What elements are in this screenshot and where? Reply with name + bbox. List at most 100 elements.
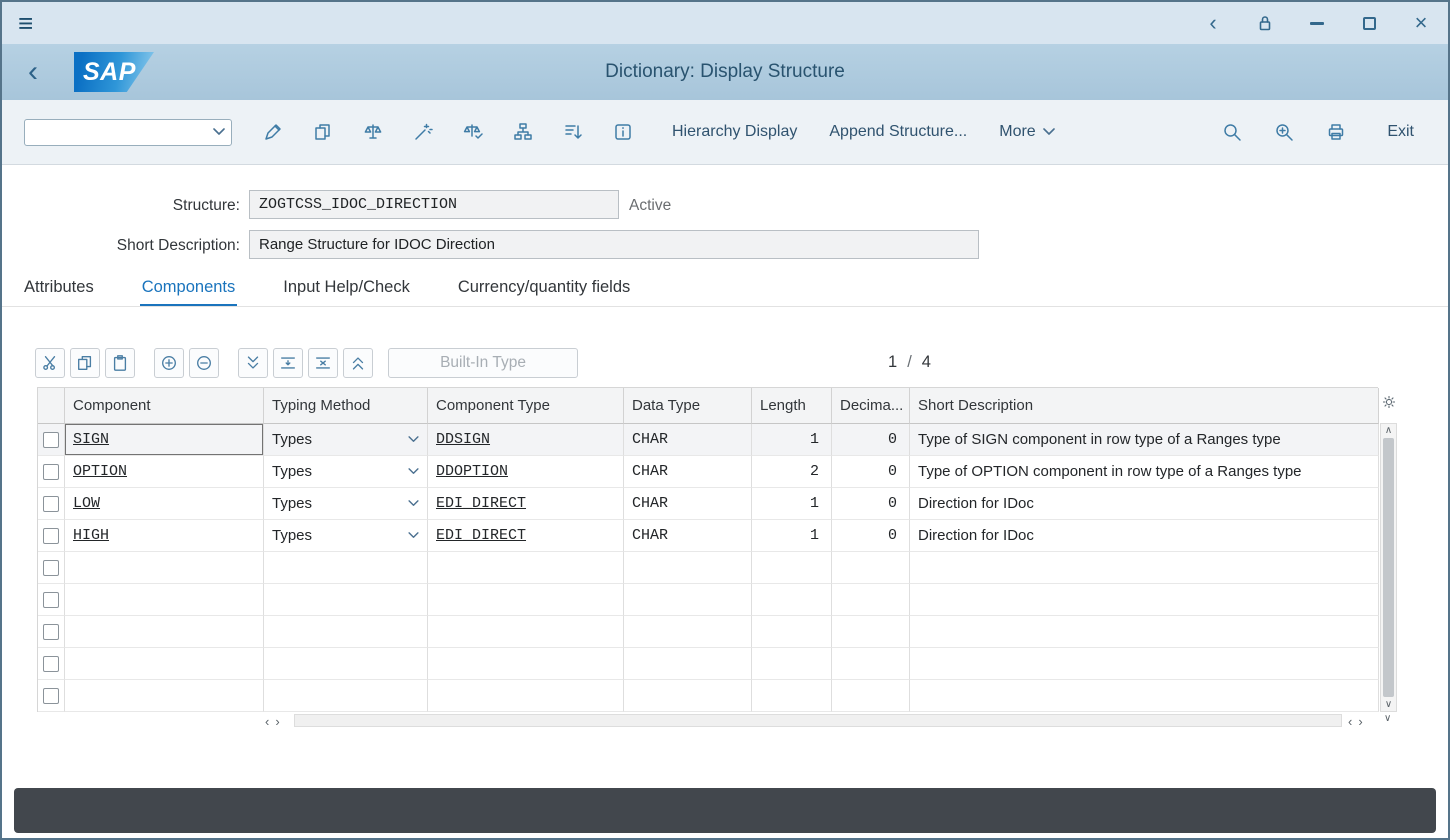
short-description-cell: [910, 648, 1379, 680]
lock-icon[interactable]: [1254, 12, 1276, 34]
row-checkbox[interactable]: [43, 560, 59, 576]
row-checkbox[interactable]: [43, 656, 59, 672]
back-button[interactable]: ‹: [28, 57, 38, 87]
scroll-down-icon[interactable]: ∨: [1385, 698, 1392, 711]
component-link[interactable]: OPTION: [73, 463, 127, 480]
tab-attributes[interactable]: Attributes: [22, 270, 96, 307]
typing-method-cell: [264, 648, 428, 680]
structure-field[interactable]: ZOGTCSS_IDOC_DIRECTION: [249, 190, 619, 219]
component-type-link[interactable]: EDI_DIRECT: [436, 527, 526, 544]
minimize-icon[interactable]: [1306, 12, 1328, 34]
page-down-icon[interactable]: [238, 348, 268, 378]
print-icon[interactable]: [1323, 119, 1349, 145]
column-header-component-type[interactable]: Component Type: [428, 388, 624, 424]
insert-row-icon[interactable]: [154, 348, 184, 378]
page-up-icon[interactable]: [343, 348, 373, 378]
exit-button[interactable]: Exit: [1375, 116, 1426, 148]
close-icon[interactable]: ×: [1410, 12, 1432, 34]
command-input[interactable]: [25, 120, 207, 145]
compare-icon[interactable]: [360, 119, 386, 145]
search-next-icon[interactable]: [1271, 119, 1297, 145]
component-link[interactable]: HIGH: [73, 527, 109, 544]
component-type-cell: [428, 552, 624, 584]
component-cell: [65, 680, 264, 712]
menu-hamburger-icon[interactable]: ≡: [18, 10, 33, 36]
decimals-cell: [832, 552, 910, 584]
chevron-down-icon[interactable]: [213, 128, 225, 136]
column-header-select[interactable]: [38, 388, 65, 424]
back-icon[interactable]: ‹: [1202, 12, 1224, 34]
copy-structure-icon[interactable]: [310, 119, 336, 145]
column-header-decimals[interactable]: Decima...: [832, 388, 910, 424]
component-type-link[interactable]: EDI_DIRECT: [436, 495, 526, 512]
component-cell: [65, 552, 264, 584]
toolbar-right: Exit: [1219, 116, 1426, 148]
cut-icon[interactable]: [35, 348, 65, 378]
typing-method-cell[interactable]: Types: [264, 424, 428, 456]
copy-icon[interactable]: [70, 348, 100, 378]
component-type-link[interactable]: DDSIGN: [436, 431, 490, 448]
sap-gui-window: ≡ ‹ × ‹ SAP Dictionary: Display Structur…: [0, 0, 1450, 840]
data-type-cell: [624, 616, 752, 648]
typing-method-cell[interactable]: Types: [264, 520, 428, 552]
column-header-short-description[interactable]: Short Description: [910, 388, 1379, 424]
delete-row-icon[interactable]: [189, 348, 219, 378]
sort-icon[interactable]: [560, 119, 586, 145]
component-type-cell: EDI_DIRECT: [428, 520, 624, 552]
short-description-cell: Direction for IDoc: [910, 520, 1379, 552]
row-checkbox[interactable]: [43, 464, 59, 480]
component-type-cell: [428, 648, 624, 680]
component-link[interactable]: SIGN: [73, 431, 109, 448]
paste-icon[interactable]: [105, 348, 135, 378]
scroll-up-icon[interactable]: ∧: [1385, 424, 1392, 437]
horizontal-scrollbar[interactable]: [294, 714, 1342, 727]
hscroll-left-arrows[interactable]: ‹›: [265, 714, 280, 729]
vertical-scrollbar[interactable]: ∧ ∨: [1380, 423, 1397, 712]
short-description-field[interactable]: Range Structure for IDOC Direction: [249, 230, 979, 259]
hierarchy-icon[interactable]: [510, 119, 536, 145]
vertical-scroll-thumb[interactable]: [1383, 438, 1394, 697]
typing-method-cell[interactable]: Types: [264, 488, 428, 520]
display-change-icon[interactable]: [260, 119, 286, 145]
tab-currency-quantity-fields[interactable]: Currency/quantity fields: [456, 270, 632, 307]
component-link[interactable]: LOW: [73, 495, 100, 512]
maximize-icon[interactable]: [1358, 12, 1380, 34]
row-checkbox[interactable]: [43, 528, 59, 544]
row-checkbox[interactable]: [43, 432, 59, 448]
scroll-corner-down-icon[interactable]: ∨: [1384, 713, 1391, 724]
row-checkbox[interactable]: [43, 688, 59, 704]
tab-input-help-check[interactable]: Input Help/Check: [281, 270, 412, 307]
column-header-component[interactable]: Component: [65, 388, 264, 424]
tab-components[interactable]: Components: [140, 270, 238, 307]
decimals-cell: [832, 648, 910, 680]
short-description-cell: Type of OPTION component in row type of …: [910, 456, 1379, 488]
built-in-type-button[interactable]: Built-In Type: [388, 348, 578, 378]
component-type-cell: EDI_DIRECT: [428, 488, 624, 520]
append-structure-button[interactable]: Append Structure...: [817, 116, 979, 148]
row-checkbox[interactable]: [43, 496, 59, 512]
information-icon[interactable]: [610, 119, 636, 145]
decimals-cell: 0: [832, 520, 910, 552]
more-button[interactable]: More: [987, 116, 1066, 148]
component-type-link[interactable]: DDOPTION: [436, 463, 508, 480]
table-settings-gear-icon[interactable]: [1381, 394, 1397, 410]
hierarchy-display-button[interactable]: Hierarchy Display: [660, 116, 809, 148]
delete-line-icon[interactable]: [308, 348, 338, 378]
hscroll-right-arrows[interactable]: ‹›: [1348, 714, 1363, 729]
decimals-cell: [832, 680, 910, 712]
insert-line-icon[interactable]: [273, 348, 303, 378]
row-select-cell: [38, 424, 65, 456]
where-used-icon[interactable]: [410, 119, 436, 145]
row-checkbox[interactable]: [43, 592, 59, 608]
runtime-object-icon[interactable]: [460, 119, 486, 145]
row-checkbox[interactable]: [43, 624, 59, 640]
page-total: 4: [922, 353, 931, 372]
search-icon[interactable]: [1219, 119, 1245, 145]
command-field[interactable]: [24, 119, 232, 146]
column-header-typing-method[interactable]: Typing Method: [264, 388, 428, 424]
column-header-data-type[interactable]: Data Type: [624, 388, 752, 424]
component-cell: LOW: [65, 488, 264, 520]
data-type-cell: CHAR: [624, 424, 752, 456]
typing-method-cell[interactable]: Types: [264, 456, 428, 488]
column-header-length[interactable]: Length: [752, 388, 832, 424]
